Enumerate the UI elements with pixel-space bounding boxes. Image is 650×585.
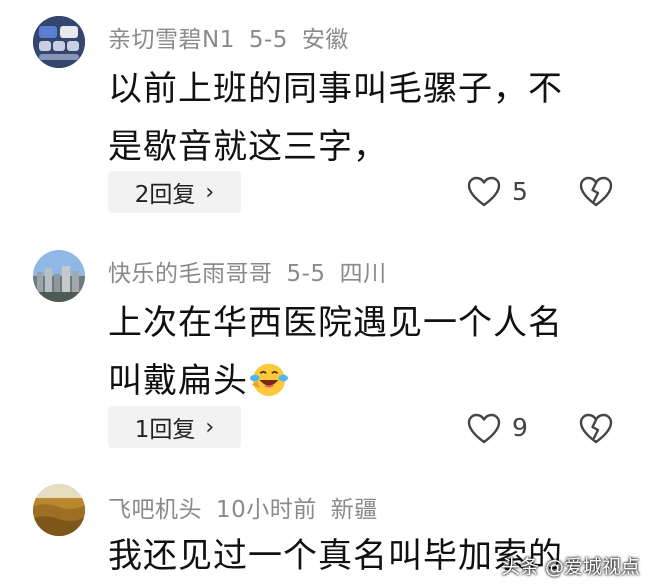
comment-text: 上次在华西医院遇见一个人名 叫戴扁头	[108, 294, 608, 410]
comment-meta: 飞吧机头 10小时前 新疆	[108, 490, 392, 524]
comment-date: 5-5	[248, 27, 288, 53]
heart-outline-icon[interactable]	[467, 176, 501, 208]
comment-text-line: 以前上班的同事叫毛骡子，不	[108, 69, 563, 109]
heart-outline-icon[interactable]	[467, 413, 501, 445]
view-replies-button[interactable]: 2回复 ›	[108, 171, 241, 213]
like-count: 5	[512, 177, 528, 206]
comment-text-fragment: 叫戴扁头	[108, 361, 248, 401]
comment-text-line: 上次在华西医院遇见一个人名	[108, 303, 563, 343]
avatar[interactable]	[33, 484, 85, 536]
reply-count-label: 1回复	[134, 417, 196, 443]
like-count: 9	[512, 413, 528, 442]
comment-date: 5-5	[286, 261, 326, 287]
avatar[interactable]	[33, 16, 85, 68]
chevron-right-icon: ›	[205, 179, 215, 205]
comment-text: 以前上班的同事叫毛骡子，不 是歇音就这三字，	[108, 60, 608, 176]
city-skyline-avatar-icon	[33, 250, 85, 302]
username[interactable]: 亲切雪碧N1	[108, 27, 235, 53]
wheat-field-avatar-icon	[33, 484, 85, 536]
comment-meta: 亲切雪碧N1 5-5 安徽	[108, 20, 363, 54]
comment-location: 安徽	[301, 27, 349, 53]
comment-location: 新疆	[330, 497, 378, 523]
chevron-right-icon: ›	[205, 414, 215, 440]
view-replies-button[interactable]: 1回复 ›	[108, 406, 241, 448]
comment-location: 四川	[339, 261, 387, 287]
phone-screenshot-avatar-icon	[33, 16, 85, 68]
comment-date: 10小时前	[216, 497, 317, 523]
watermark: 头条 @爱城视点	[500, 556, 640, 578]
reply-count-label: 2回复	[134, 182, 196, 208]
username[interactable]: 快乐的毛雨哥哥	[108, 261, 273, 287]
laughing-crying-emoji-icon	[250, 363, 288, 397]
comment-text-line: 叫戴扁头	[108, 352, 608, 410]
comment-meta: 快乐的毛雨哥哥 5-5 四川	[108, 254, 401, 288]
broken-heart-icon[interactable]	[579, 413, 613, 445]
broken-heart-icon[interactable]	[579, 176, 613, 208]
username[interactable]: 飞吧机头	[108, 497, 202, 523]
comment-text-line: 是歇音就这三字，	[108, 127, 388, 167]
avatar[interactable]	[33, 250, 85, 302]
